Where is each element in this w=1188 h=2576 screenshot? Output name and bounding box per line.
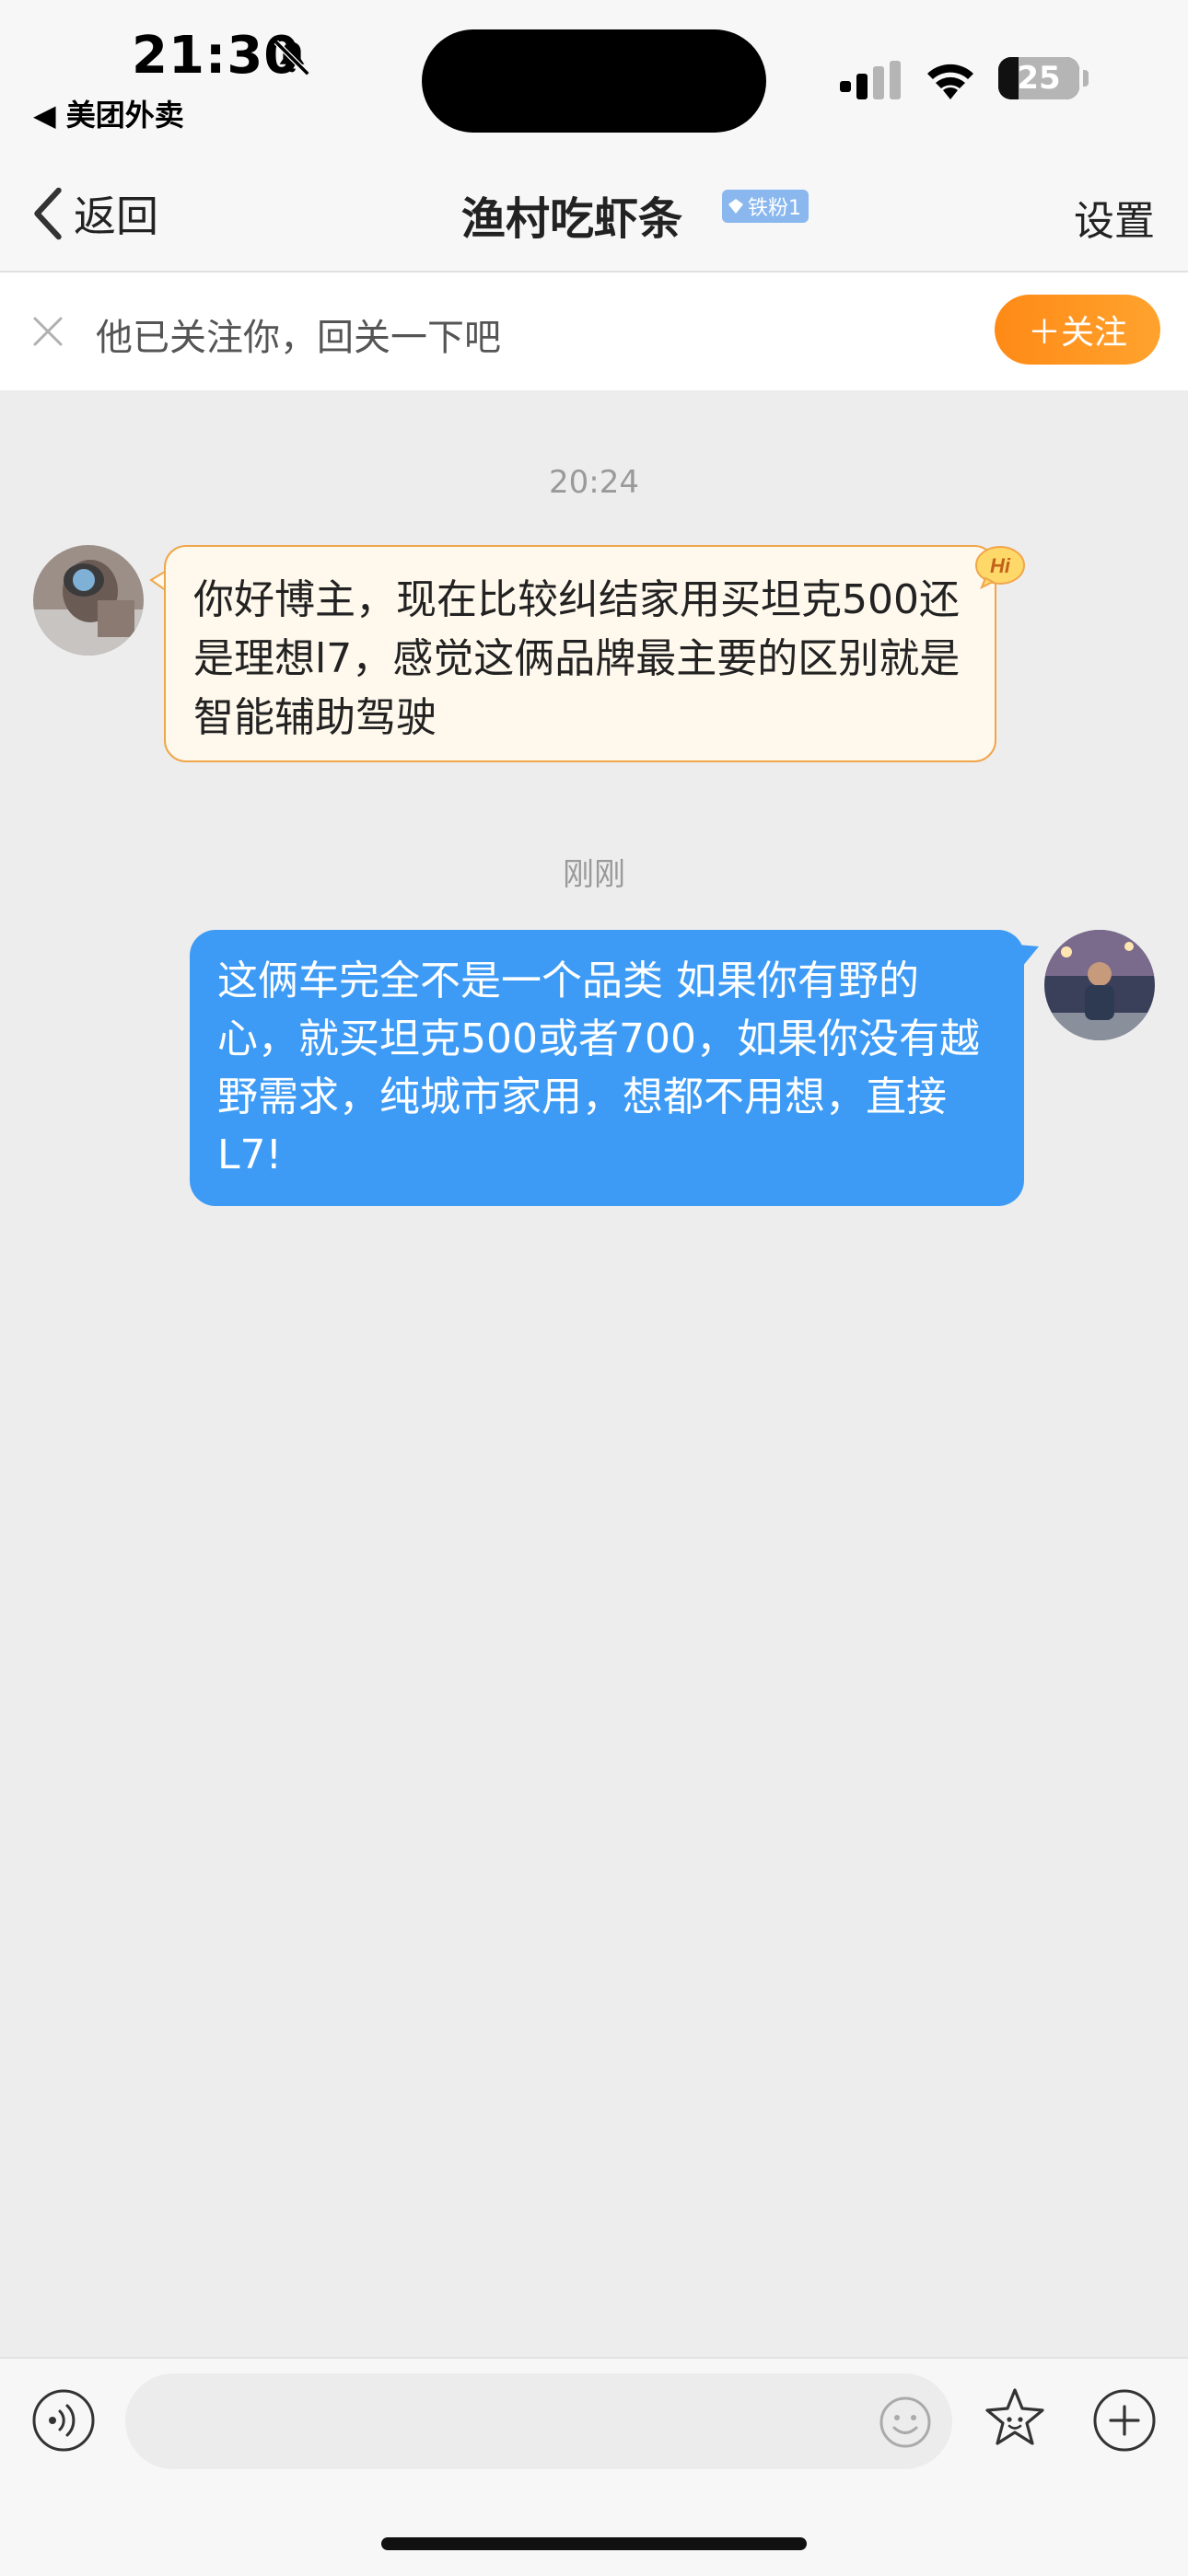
voice-icon[interactable]: [31, 2388, 96, 2453]
plus-circle-icon[interactable]: [1092, 2388, 1157, 2453]
contact-avatar[interactable]: [33, 545, 144, 656]
message-timestamp: 刚刚: [563, 856, 625, 893]
follow-button[interactable]: ＋关注: [995, 295, 1160, 365]
nav-bar: 返回 渔村吃虾条 铁粉1 设置: [0, 157, 1188, 273]
wifi-icon: [927, 64, 973, 99]
fan-level-badge: 铁粉1: [722, 190, 809, 223]
bell-slash-icon: [274, 40, 310, 76]
incoming-message-bubble[interactable]: 你好博主，现在比较纠结家用买坦克500还是理想l7，感觉这俩品牌最主要的区别就是…: [164, 545, 996, 762]
battery-tip: [1083, 70, 1089, 87]
hi-badge-label: Hi: [990, 554, 1011, 577]
hi-badge-icon: Hi: [973, 543, 1028, 590]
settings-button[interactable]: 设置: [1074, 188, 1155, 247]
message-input[interactable]: [125, 2373, 952, 2469]
contact-name: 渔村吃虾条: [460, 193, 682, 245]
emoji-icon[interactable]: [879, 2396, 932, 2449]
battery-icon: 25: [998, 57, 1079, 99]
follow-back-prompt: 他已关注你，回关一下吧 ＋关注: [0, 273, 1188, 390]
signal-icon: [840, 61, 901, 99]
fan-badge-label: 铁粉1: [748, 197, 801, 220]
dynamic-island: [422, 29, 766, 133]
home-indicator[interactable]: [381, 2537, 807, 2550]
star-face-icon[interactable]: [980, 2385, 1050, 2454]
message-timestamp: 20:24: [549, 464, 639, 501]
close-icon[interactable]: [29, 313, 66, 350]
diamond-icon: [728, 199, 743, 214]
self-avatar[interactable]: [1044, 930, 1155, 1040]
status-bar: 21:30 ◀ 美团外卖 25: [0, 0, 1188, 157]
follow-prompt-text: 他已关注你，回关一下吧: [96, 317, 501, 359]
bubble-tail: [1017, 945, 1039, 967]
battery-level: 25: [1017, 60, 1061, 97]
page-title: 渔村吃虾条: [0, 182, 1188, 247]
return-to-app-link[interactable]: ◀ 美团外卖: [33, 92, 184, 134]
outgoing-message-bubble[interactable]: 这俩车完全不是一个品类 如果你有野的心，就买坦克500或者700，如果你没有越野…: [190, 930, 1024, 1206]
